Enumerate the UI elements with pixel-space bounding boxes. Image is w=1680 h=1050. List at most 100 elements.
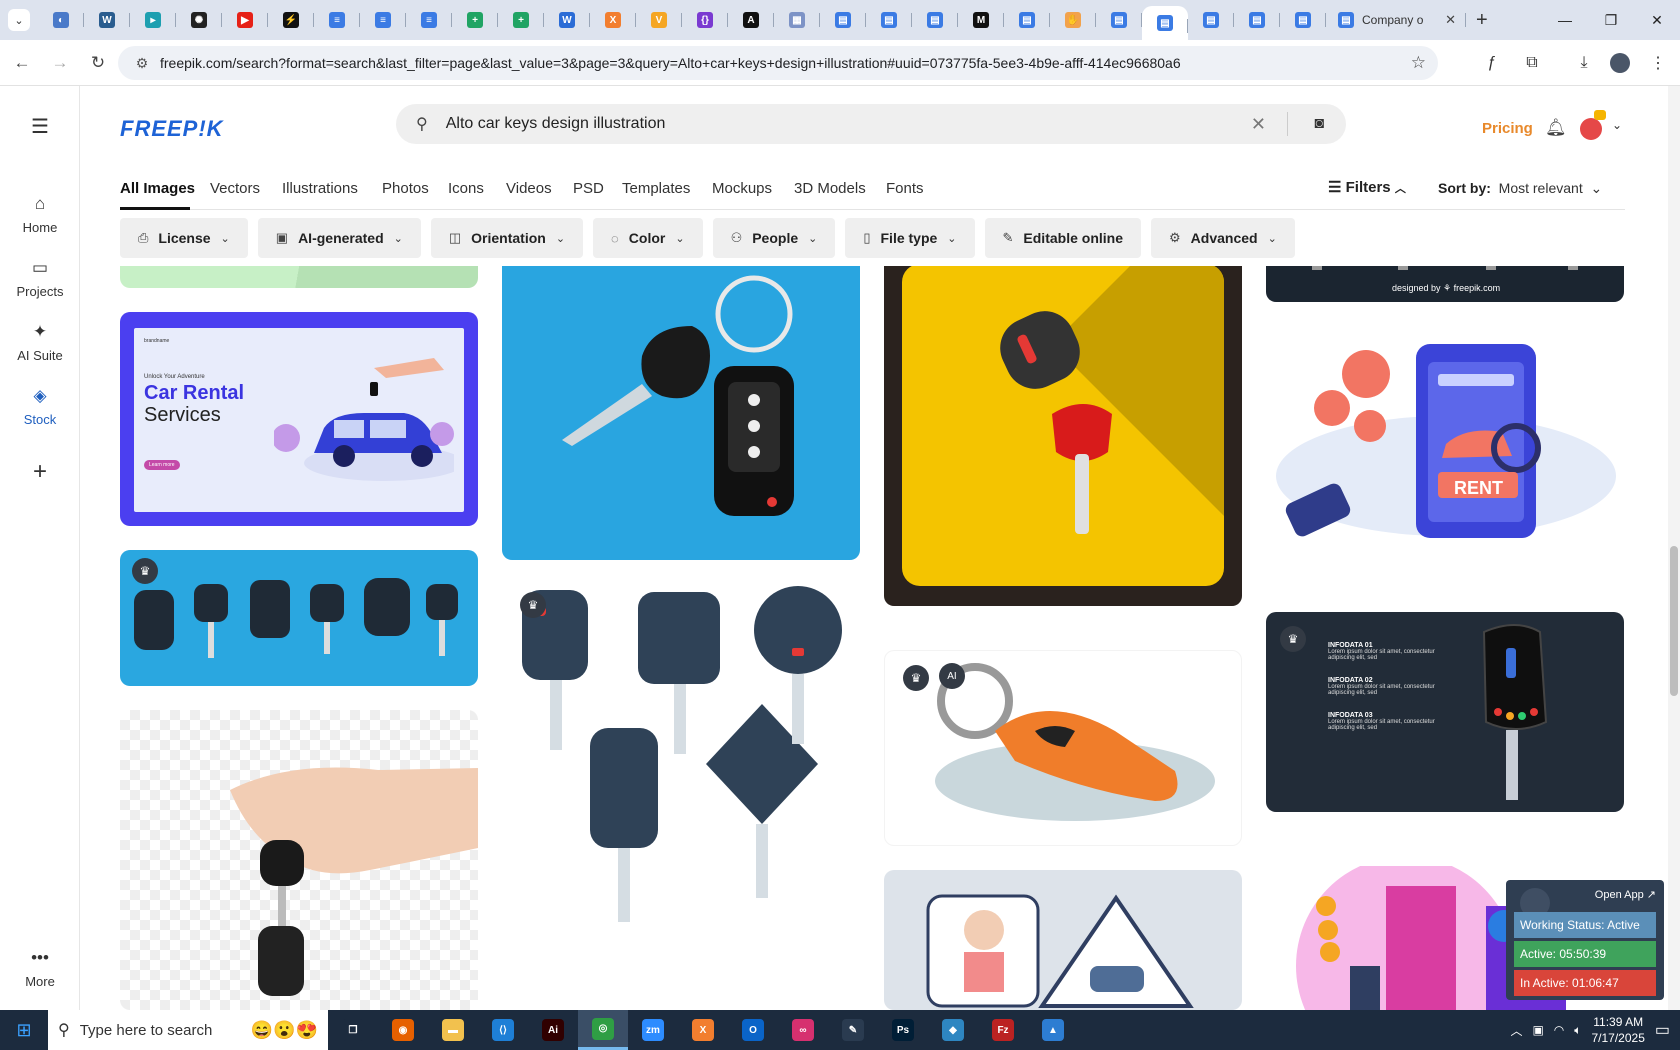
restore-icon[interactable]: ❐ <box>1588 0 1634 40</box>
site-info-icon[interactable]: ⚙ <box>128 55 156 72</box>
url-field[interactable]: ⚙ freepik.com/search?format=search&last_… <box>118 46 1438 80</box>
browser-tab[interactable]: W <box>84 0 130 40</box>
filter-orientation[interactable]: ◫ Orientation ⌄ <box>430 218 584 258</box>
browser-tab[interactable]: ▤ <box>1234 0 1280 40</box>
app-icon[interactable]: ◆ <box>928 1010 978 1050</box>
tab-search-icon[interactable]: ⌄ <box>8 9 30 31</box>
font-extension-icon[interactable]: ƒ <box>1476 47 1508 79</box>
windows-start-icon[interactable]: ⊞ <box>0 1010 48 1050</box>
minimize-icon[interactable]: — <box>1542 0 1588 40</box>
freepik-logo[interactable]: FREEP!K <box>120 116 224 142</box>
zoom-icon[interactable]: zm <box>628 1010 678 1050</box>
browser-tab[interactable]: ≡ <box>314 0 360 40</box>
browser-tab[interactable]: ⚡ <box>268 0 314 40</box>
pricing-link[interactable]: Pricing <box>1482 120 1533 137</box>
result-card-car-service[interactable] <box>884 870 1242 1010</box>
browser-tab[interactable]: ▤ <box>1142 6 1188 40</box>
browser-tab[interactable]: + <box>452 0 498 40</box>
browser-tab[interactable]: ▤ <box>866 0 912 40</box>
bell-icon[interactable]: 🔔︎ <box>1545 118 1567 138</box>
photos-icon[interactable]: ▲ <box>1028 1010 1078 1050</box>
outlook-icon[interactable]: O <box>728 1010 778 1050</box>
browser-tab[interactable]: ✺ <box>176 0 222 40</box>
browser-tab[interactable]: W <box>544 0 590 40</box>
filter-file-type[interactable]: ▯ File type ⌄ <box>845 218 975 258</box>
result-card[interactable] <box>120 266 478 288</box>
sidebar-item-ai-suite[interactable]: ✦ AI Suite <box>0 322 80 363</box>
creative-cloud-icon[interactable]: ∞ <box>778 1010 828 1050</box>
network-icon[interactable]: ▣ <box>1532 1023 1543 1037</box>
filter-people[interactable]: ⚇ People ⌄ <box>712 218 836 258</box>
camera-search-icon[interactable]: ◙ <box>1314 115 1324 133</box>
volume-icon[interactable]: 🔈︎ <box>1574 1023 1581 1038</box>
result-card-remote-key[interactable] <box>502 266 860 560</box>
close-tab-icon[interactable]: ✕ <box>1445 12 1456 28</box>
pen-icon[interactable]: ✎ <box>828 1010 878 1050</box>
profile-avatar[interactable] <box>1604 47 1636 79</box>
sidebar-menu-icon[interactable]: ☰ <box>0 114 80 145</box>
tab-psd[interactable]: PSD <box>573 180 604 197</box>
browser-tab[interactable]: M <box>958 0 1004 40</box>
notification-icon[interactable]: ▭ <box>1655 1020 1670 1040</box>
tab-videos[interactable]: Videos <box>506 180 552 197</box>
browser-tab[interactable]: V <box>636 0 682 40</box>
page-scrollbar[interactable] <box>1668 86 1680 1010</box>
filter-color[interactable]: ◌ Color ⌄ <box>593 218 703 258</box>
result-card-orange-fob[interactable]: ♛ AI <box>884 650 1242 846</box>
browser-tab[interactable]: ▶ <box>222 0 268 40</box>
browser-tab[interactable]: ▤ <box>1004 0 1050 40</box>
browser-tab[interactable]: ▸ <box>130 0 176 40</box>
tab-templates[interactable]: Templates <box>622 180 690 197</box>
clock[interactable]: 11:39 AM 7/17/2025 <box>1591 1014 1644 1046</box>
sort-dropdown[interactable]: Sort by: Most relevant ⌄ <box>1438 180 1602 197</box>
wifi-icon[interactable]: ◠ <box>1554 1023 1564 1037</box>
task-view-icon[interactable]: ❐ <box>328 1010 378 1050</box>
tab-photos[interactable]: Photos <box>382 180 429 197</box>
tab-illustrations[interactable]: Illustrations <box>282 180 358 197</box>
back-icon[interactable]: ← <box>6 47 38 79</box>
browser-tab[interactable]: ▤ <box>912 0 958 40</box>
sidebar-item-more[interactable]: ••• More <box>0 948 80 989</box>
tab-vectors[interactable]: Vectors <box>210 180 260 197</box>
illustrator-icon[interactable]: Ai <box>528 1010 578 1050</box>
result-card-yellow-key[interactable] <box>884 266 1242 606</box>
vscode-icon[interactable]: ⟨⟩ <box>478 1010 528 1050</box>
download-icon[interactable]: ⤓ <box>1568 47 1600 79</box>
browser-tab[interactable]: ▤ <box>820 0 866 40</box>
chevron-down-icon[interactable]: ⌄ <box>1612 118 1622 132</box>
add-button[interactable]: + <box>0 458 80 492</box>
firefox-icon[interactable]: ◉ <box>378 1010 428 1050</box>
bookmark-star-icon[interactable]: ☆ <box>1411 53 1426 73</box>
forward-icon[interactable]: → <box>44 47 76 79</box>
photoshop-icon[interactable]: Ps <box>878 1010 928 1050</box>
tab-3d-models[interactable]: 3D Models <box>794 180 866 197</box>
reload-icon[interactable]: ↻ <box>82 47 114 79</box>
search-bar[interactable]: ⚲ Alto car keys design illustration ✕ ◙ <box>396 104 1346 144</box>
browser-tab[interactable]: ≡ <box>360 0 406 40</box>
filter-license[interactable]: ⎙ License ⌄ <box>120 218 248 258</box>
tab-icons[interactable]: Icons <box>448 180 484 197</box>
extensions-icon[interactable]: ⧉ <box>1516 47 1548 79</box>
browser-menu-icon[interactable]: ⋮ <box>1642 47 1674 79</box>
result-card-key-set[interactable]: ♛ <box>120 550 478 686</box>
browser-tab[interactable]: + <box>498 0 544 40</box>
open-app-link[interactable]: Open App ↗ <box>1595 888 1656 901</box>
browser-tab[interactable]: ≡ <box>406 0 452 40</box>
taskbar-search[interactable]: ⚲ Type here to search 😄😮😍 <box>48 1010 328 1050</box>
new-tab-icon[interactable]: + <box>1476 9 1488 32</box>
search-input[interactable]: Alto car keys design illustration <box>446 115 666 133</box>
tab-mockups[interactable]: Mockups <box>712 180 772 197</box>
result-card-dark-keys[interactable]: designed by ⚘ freepik.com <box>1266 266 1624 302</box>
browser-tab[interactable]: ▤ <box>1096 0 1142 40</box>
avatar[interactable] <box>1580 118 1602 140</box>
result-card-car-rental[interactable]: brandname Unlock Your Adventure Car Rent… <box>120 312 478 526</box>
filter-editable-online[interactable]: ✎ Editable online <box>984 218 1141 258</box>
filezilla-icon[interactable]: Fz <box>978 1010 1028 1050</box>
filter-ai-generated[interactable]: ▣ AI-generated ⌄ <box>257 218 421 258</box>
close-window-icon[interactable]: ✕ <box>1634 0 1680 40</box>
sidebar-item-home[interactable]: ⌂ Home <box>0 194 80 235</box>
scrollbar-thumb[interactable] <box>1670 546 1678 696</box>
filters-button[interactable]: ☰ Filters ︿ <box>1328 178 1406 196</box>
xampp-icon[interactable]: X <box>678 1010 728 1050</box>
browser-tab[interactable]: {} <box>682 0 728 40</box>
